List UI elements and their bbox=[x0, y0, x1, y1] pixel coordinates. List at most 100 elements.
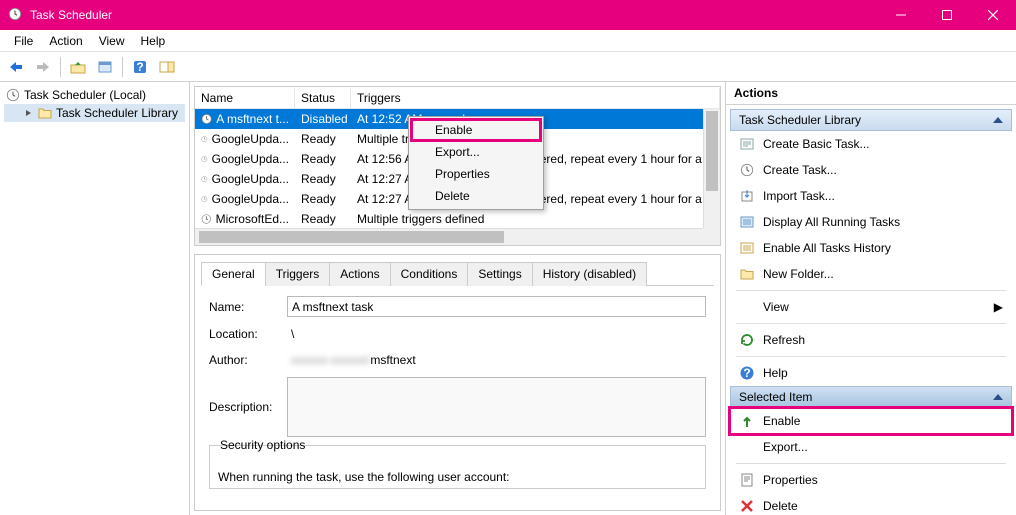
properties-button[interactable] bbox=[93, 55, 117, 79]
svg-text:?: ? bbox=[136, 60, 143, 74]
delete-icon bbox=[739, 498, 755, 514]
action-label: Export... bbox=[763, 440, 808, 454]
actions-body: Task Scheduler Library Create Basic Task.… bbox=[726, 105, 1016, 515]
action-export-[interactable]: Export... bbox=[730, 434, 1012, 460]
close-button[interactable] bbox=[970, 0, 1016, 30]
action-label: Enable bbox=[763, 414, 800, 428]
task-row[interactable]: MicrosoftEd...ReadyMultiple triggers def… bbox=[195, 209, 703, 228]
action-enable[interactable]: Enable bbox=[730, 408, 1012, 434]
tab-conditions[interactable]: Conditions bbox=[390, 262, 469, 286]
tab-triggers[interactable]: Triggers bbox=[265, 262, 331, 286]
maximize-button[interactable] bbox=[924, 0, 970, 30]
task-status: Ready bbox=[295, 172, 351, 186]
actions-title: Actions bbox=[726, 82, 1016, 105]
actions-separator bbox=[736, 463, 1006, 464]
task-name: GoogleUpda... bbox=[195, 132, 295, 146]
refresh-icon bbox=[739, 332, 755, 348]
ctx-export[interactable]: Export... bbox=[411, 141, 541, 163]
forward-button[interactable] bbox=[31, 55, 55, 79]
action-label: Refresh bbox=[763, 333, 805, 347]
help-button[interactable]: ? bbox=[128, 55, 152, 79]
task-list-header: Name Status Triggers bbox=[195, 87, 720, 109]
collapse-icon bbox=[993, 394, 1003, 400]
tree-root-label: Task Scheduler (Local) bbox=[24, 88, 146, 102]
tab-general[interactable]: General bbox=[201, 262, 266, 286]
actions-separator bbox=[736, 356, 1006, 357]
action-create-basic-task-[interactable]: Create Basic Task... bbox=[730, 131, 1012, 157]
col-name[interactable]: Name bbox=[195, 88, 295, 108]
action-label: Help bbox=[763, 366, 788, 380]
vertical-scrollbar[interactable] bbox=[703, 109, 720, 228]
folder-icon bbox=[38, 107, 52, 119]
col-triggers[interactable]: Triggers bbox=[351, 88, 720, 108]
up-folder-button[interactable] bbox=[66, 55, 90, 79]
enable-icon bbox=[739, 413, 755, 429]
location-label: Location: bbox=[209, 327, 287, 341]
scroll-thumb[interactable] bbox=[706, 111, 718, 191]
detail-tabs: General Triggers Actions Conditions Sett… bbox=[201, 261, 714, 286]
task-name: GoogleUpda... bbox=[195, 152, 295, 166]
toolbar: ? bbox=[0, 52, 1016, 82]
task-status: Ready bbox=[295, 132, 351, 146]
name-label: Name: bbox=[209, 300, 287, 314]
description-field[interactable] bbox=[287, 377, 706, 437]
tab-actions[interactable]: Actions bbox=[329, 262, 390, 286]
action-enable-all-tasks-history[interactable]: Enable All Tasks History bbox=[730, 235, 1012, 261]
menu-action[interactable]: Action bbox=[41, 32, 90, 50]
action-properties[interactable]: Properties bbox=[730, 467, 1012, 493]
description-label: Description: bbox=[209, 400, 287, 414]
task-name: A msftnext t... bbox=[195, 112, 295, 126]
col-status[interactable]: Status bbox=[295, 88, 351, 108]
menu-help[interactable]: Help bbox=[133, 32, 174, 50]
task-status: Ready bbox=[295, 192, 351, 206]
tree-root[interactable]: Task Scheduler (Local) bbox=[4, 86, 185, 104]
action-help[interactable]: ? Help bbox=[730, 360, 1012, 386]
action-label: Delete bbox=[763, 499, 798, 513]
action-display-all-running-tasks[interactable]: Display All Running Tasks bbox=[730, 209, 1012, 235]
action-label: Display All Running Tasks bbox=[763, 215, 900, 229]
minimize-button[interactable] bbox=[878, 0, 924, 30]
center-panel: Name Status Triggers A msftnext t...Disa… bbox=[190, 82, 726, 515]
action-label: Create Basic Task... bbox=[763, 137, 870, 151]
task-status: Ready bbox=[295, 152, 351, 166]
action-view[interactable]: View▶ bbox=[730, 294, 1012, 320]
import-icon bbox=[739, 188, 755, 204]
actions-section-header[interactable]: Selected Item bbox=[730, 386, 1012, 408]
details-panel: General Triggers Actions Conditions Sett… bbox=[194, 254, 721, 511]
scroll-thumb[interactable] bbox=[199, 231, 504, 243]
tree-library-label: Task Scheduler Library bbox=[56, 106, 178, 120]
actions-panel: Actions Task Scheduler Library Create Bas… bbox=[726, 82, 1016, 515]
action-create-task-[interactable]: Create Task... bbox=[730, 157, 1012, 183]
name-field[interactable] bbox=[287, 296, 706, 317]
task-name: GoogleUpda... bbox=[195, 192, 295, 206]
action-new-folder-[interactable]: New Folder... bbox=[730, 261, 1012, 287]
menu-file[interactable]: File bbox=[6, 32, 41, 50]
history-icon bbox=[739, 240, 755, 256]
back-button[interactable] bbox=[4, 55, 28, 79]
task-status: Ready bbox=[295, 212, 351, 226]
author-value: xxxxxx-xxxxxx\msftnext bbox=[287, 351, 706, 369]
action-delete[interactable]: Delete bbox=[730, 493, 1012, 515]
action-import-task-[interactable]: Import Task... bbox=[730, 183, 1012, 209]
menubar: File Action View Help bbox=[0, 30, 1016, 52]
wizard-icon bbox=[739, 136, 755, 152]
tree-panel: Task Scheduler (Local) Task Scheduler Li… bbox=[0, 82, 190, 515]
ctx-enable[interactable]: Enable bbox=[411, 119, 541, 141]
clock-icon bbox=[739, 162, 755, 178]
expand-icon[interactable] bbox=[24, 108, 34, 118]
actions-section-header[interactable]: Task Scheduler Library bbox=[730, 109, 1012, 131]
ctx-properties[interactable]: Properties bbox=[411, 163, 541, 185]
running-icon bbox=[739, 214, 755, 230]
menu-view[interactable]: View bbox=[91, 32, 133, 50]
tab-settings[interactable]: Settings bbox=[467, 262, 532, 286]
tab-history[interactable]: History (disabled) bbox=[532, 262, 647, 286]
location-value: \ bbox=[287, 325, 706, 343]
svg-text:?: ? bbox=[743, 366, 750, 380]
tree-library[interactable]: Task Scheduler Library bbox=[4, 104, 185, 122]
action-refresh[interactable]: Refresh bbox=[730, 327, 1012, 353]
horizontal-scrollbar[interactable] bbox=[195, 228, 703, 245]
panel-button[interactable] bbox=[155, 55, 179, 79]
ctx-delete[interactable]: Delete bbox=[411, 185, 541, 207]
action-label: Enable All Tasks History bbox=[763, 241, 891, 255]
task-triggers: Multiple triggers defined bbox=[351, 212, 703, 226]
